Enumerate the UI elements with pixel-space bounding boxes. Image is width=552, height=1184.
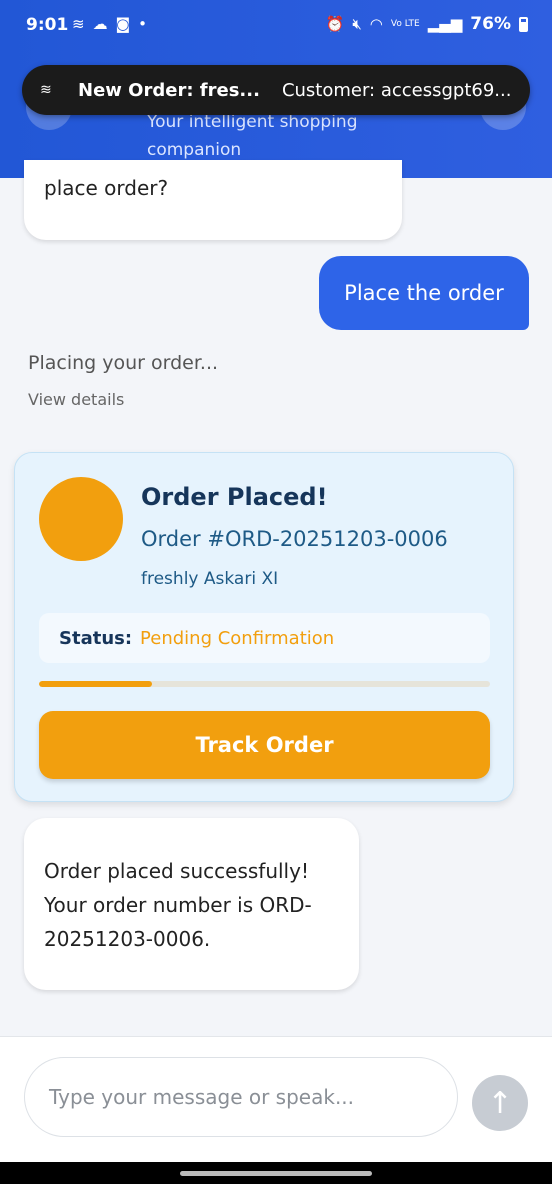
success-message-text: Order placed successfully! Your order nu… [44,859,312,951]
cloud-icon: ☁ [92,15,108,33]
message-input[interactable]: Type your message or speak... [24,1057,458,1137]
order-status-box: Status: Pending Confirmation [39,613,490,663]
order-status-icon [39,477,123,561]
order-number: Order #ORD-20251203-0006 [141,527,448,551]
track-order-button[interactable]: Track Order [39,711,490,779]
notification-title: New Order: fres... [78,79,260,101]
input-area: Type your message or speak... ↑ [0,1036,552,1163]
send-button[interactable]: ↑ [472,1075,528,1131]
notification-app-icon: ≋ [40,82,52,98]
volte-icon: Vo LTE [390,19,420,29]
notification-app-icon: ≋ [72,15,85,33]
bot-message-text: place order? [44,176,169,200]
system-nav-bar [0,1162,552,1184]
status-bar: 9:01 ≋ ☁ ◙ • ⏰ 🔇︎ ◠ Vo LTE ▂▄▆ 76% [0,0,552,52]
order-card-title: Order Placed! [141,483,328,511]
success-message-bubble: Order placed successfully! Your order nu… [24,818,359,990]
mute-icon: 🔇︎ [352,15,362,33]
wifi-icon: ◠ [369,15,383,33]
battery-level: 76% [470,14,511,34]
instagram-icon: ◙ [115,15,131,33]
battery-icon [519,16,528,32]
order-notification[interactable]: ≋ New Order: fres... Customer: accessgpt… [22,65,530,115]
bot-message-bubble: place order? [24,160,402,240]
signal-icon: ▂▄▆ [427,15,463,33]
order-progress-fill [39,681,152,687]
status-time: 9:01 [26,15,69,35]
status-left-icons: ≋ ☁ ◙ • [72,14,147,34]
notification-body: Customer: accessgpt69... [281,79,512,101]
arrow-up-icon: ↑ [487,1085,513,1121]
status-right-icons: ⏰ 🔇︎ ◠ Vo LTE ▂▄▆ 76% [326,14,528,34]
dot-icon: • [138,15,147,33]
order-card: Order Placed! Order #ORD-20251203-0006 f… [14,452,514,802]
view-details-link[interactable]: View details [28,390,124,409]
home-indicator[interactable] [180,1171,372,1176]
order-progress-bar [39,681,490,687]
placing-status-text: Placing your order... [28,352,219,374]
header-subtitle: Your intelligent shopping companion [147,112,358,160]
alarm-icon: ⏰ [325,15,345,33]
status-label: Status: [59,627,133,649]
order-store-name: freshly Askari XI [141,569,279,589]
user-message-bubble: Place the order [319,256,529,330]
status-value: Pending Confirmation [140,627,335,649]
